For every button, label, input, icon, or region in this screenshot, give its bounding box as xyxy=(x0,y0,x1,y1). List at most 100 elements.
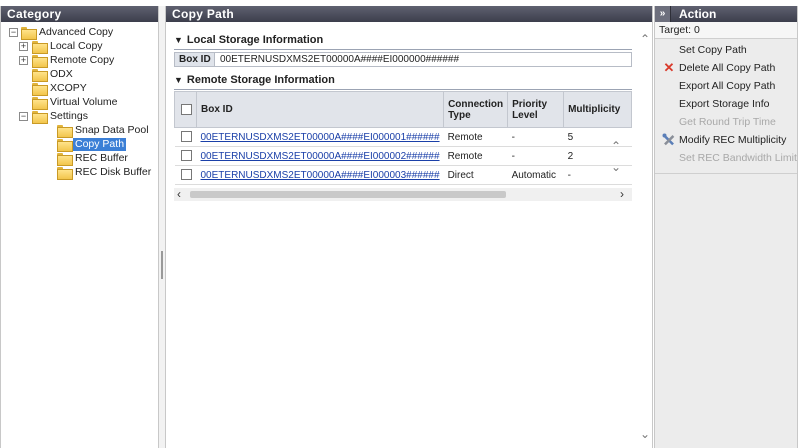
local-storage-section-title[interactable]: ▼ Local Storage Information xyxy=(174,34,323,46)
target-count: Target: 0 xyxy=(655,22,797,39)
folder-open-icon xyxy=(32,111,48,124)
local-box-id-key: Box ID xyxy=(175,53,215,66)
scroll-left-icon[interactable]: ‹ xyxy=(177,187,181,201)
modify-rec-multiplicity-action[interactable]: Modify REC Multiplicity xyxy=(655,131,797,149)
action-label: Export Storage Info xyxy=(679,98,770,110)
tree-item-label: REC Buffer xyxy=(75,152,128,164)
table-header-row: Box ID Connection Type Priority Level Mu… xyxy=(174,91,632,128)
table-row: 00ETERNUSDXMS2ET00000A####EI000003######… xyxy=(174,165,632,185)
folder-icon xyxy=(32,83,48,96)
main-panel: Copy Path ▼ Local Storage Information Box… xyxy=(165,6,653,448)
local-box-id-row: Box ID 00ETERNUSDXMS2ET00000A####EI00000… xyxy=(174,52,632,67)
folder-icon xyxy=(57,167,73,180)
priority-level-cell: Automatic xyxy=(507,165,564,185)
folder-icon xyxy=(32,97,48,110)
tree-item-label: Settings xyxy=(50,110,88,122)
box-id-cell: 00ETERNUSDXMS2ET00000A####EI000001###### xyxy=(196,127,444,147)
expand-icon[interactable]: + xyxy=(19,56,28,65)
divider xyxy=(174,89,632,90)
row-select-cell xyxy=(174,165,197,185)
column-header-box-id[interactable]: Box ID xyxy=(195,91,445,128)
action-label: Set Copy Path xyxy=(679,44,747,56)
folder-icon xyxy=(57,125,73,138)
column-header-priority-level[interactable]: Priority Level xyxy=(507,91,565,128)
action-label: Export All Copy Path xyxy=(679,80,776,92)
action-label: Modify REC Multiplicity xyxy=(679,134,787,146)
export-storage-info-action[interactable]: Export Storage Info xyxy=(655,95,797,113)
remote-storage-section-title[interactable]: ▼ Remote Storage Information xyxy=(174,74,335,86)
folder-icon xyxy=(32,41,48,54)
box-id-link[interactable]: 00ETERNUSDXMS2ET00000A####EI000001###### xyxy=(201,132,440,143)
action-label: Set REC Bandwidth Limit xyxy=(679,152,797,164)
local-box-id-value: 00ETERNUSDXMS2ET00000A####EI000000###### xyxy=(220,54,460,65)
table-row: 00ETERNUSDXMS2ET00000A####EI000001######… xyxy=(174,127,632,147)
page-title: Copy Path xyxy=(166,6,652,22)
tools-icon xyxy=(661,132,677,148)
collapse-icon[interactable]: − xyxy=(19,112,28,121)
remote-storage-table: Box ID Connection Type Priority Level Mu… xyxy=(174,91,632,185)
panel-scroll-down-icon[interactable]: ⌄ xyxy=(639,427,651,441)
collapse-panel-icon[interactable]: » xyxy=(655,6,671,22)
scroll-right-icon[interactable]: › xyxy=(620,187,624,201)
table-scroll-down-icon[interactable]: ⌄ xyxy=(610,160,622,174)
tree-item-label: Remote Copy xyxy=(50,54,115,66)
folder-icon xyxy=(57,153,73,166)
tree-item-label: Snap Data Pool xyxy=(75,124,149,136)
folder-icon xyxy=(32,69,48,82)
export-all-copy-path-action[interactable]: Export All Copy Path xyxy=(655,77,797,95)
panel-scroll-up-icon[interactable]: ⌃ xyxy=(639,32,651,46)
category-panel: Category − Advanced Copy + Local Copy + … xyxy=(0,6,159,448)
row-checkbox[interactable] xyxy=(180,131,192,143)
delete-all-copy-path-action[interactable]: ✕ Delete All Copy Path xyxy=(655,59,797,77)
action-title: Action xyxy=(679,7,717,21)
splitter-grip-icon[interactable] xyxy=(161,251,163,279)
scrollbar-thumb[interactable] xyxy=(190,191,506,198)
priority-level-cell: - xyxy=(507,146,564,166)
collapse-icon[interactable]: − xyxy=(9,28,18,37)
action-label: Get Round Trip Time xyxy=(679,116,776,128)
expand-icon[interactable]: + xyxy=(19,42,28,51)
folder-icon xyxy=(57,139,73,152)
box-id-link[interactable]: 00ETERNUSDXMS2ET00000A####EI000003###### xyxy=(201,170,440,181)
row-checkbox[interactable] xyxy=(180,169,192,181)
delete-x-icon: ✕ xyxy=(663,60,675,75)
select-all-cell xyxy=(174,91,197,128)
connection-type-cell: Remote xyxy=(443,127,508,147)
action-panel: » Action Target: 0 Set Copy Path ✕ Delet… xyxy=(654,6,798,448)
select-all-checkbox[interactable] xyxy=(181,103,192,115)
connection-type-cell: Remote xyxy=(443,146,508,166)
category-header: Category xyxy=(1,6,158,22)
get-round-trip-time-action: Get Round Trip Time xyxy=(655,113,797,131)
column-header-connection-type[interactable]: Connection Type xyxy=(443,91,509,128)
row-select-cell xyxy=(174,146,197,166)
table-horizontal-scrollbar[interactable]: ‹ › xyxy=(174,187,632,201)
row-select-cell xyxy=(174,127,197,147)
divider xyxy=(655,173,797,174)
tree-item-label: Advanced Copy xyxy=(39,26,114,38)
connection-type-cell: Direct xyxy=(443,165,508,185)
section-collapse-icon[interactable]: ▼ xyxy=(174,75,183,85)
box-id-link[interactable]: 00ETERNUSDXMS2ET00000A####EI000002###### xyxy=(201,151,440,162)
set-copy-path-action[interactable]: Set Copy Path xyxy=(655,41,797,59)
category-tree: − Advanced Copy + Local Copy + Remote Co… xyxy=(1,22,158,180)
tree-item-label: XCOPY xyxy=(50,82,87,94)
section-title-label: Local Storage Information xyxy=(186,34,324,46)
set-rec-bandwidth-limit-action: Set REC Bandwidth Limit xyxy=(655,149,797,167)
action-header: » Action xyxy=(655,6,797,22)
row-checkbox[interactable] xyxy=(180,150,192,162)
action-list: Set Copy Path ✕ Delete All Copy Path Exp… xyxy=(655,39,797,174)
tree-item-label: Local Copy xyxy=(50,40,103,52)
column-header-multiplicity[interactable]: Multiplicity xyxy=(563,91,632,128)
priority-level-cell: - xyxy=(507,127,564,147)
section-title-label: Remote Storage Information xyxy=(186,74,335,86)
tree-item-label: Virtual Volume xyxy=(50,96,118,108)
box-id-cell: 00ETERNUSDXMS2ET00000A####EI000003###### xyxy=(196,165,444,185)
table-scroll-up-icon[interactable]: ⌃ xyxy=(610,139,622,153)
action-label: Delete All Copy Path xyxy=(679,62,776,74)
tree-item-label: Copy Path xyxy=(73,138,127,151)
tree-item-label: ODX xyxy=(50,68,73,80)
folder-icon xyxy=(32,55,48,68)
tree-item-label: REC Disk Buffer xyxy=(75,166,152,178)
section-collapse-icon[interactable]: ▼ xyxy=(174,35,183,45)
table-row: 00ETERNUSDXMS2ET00000A####EI000002######… xyxy=(174,146,632,166)
